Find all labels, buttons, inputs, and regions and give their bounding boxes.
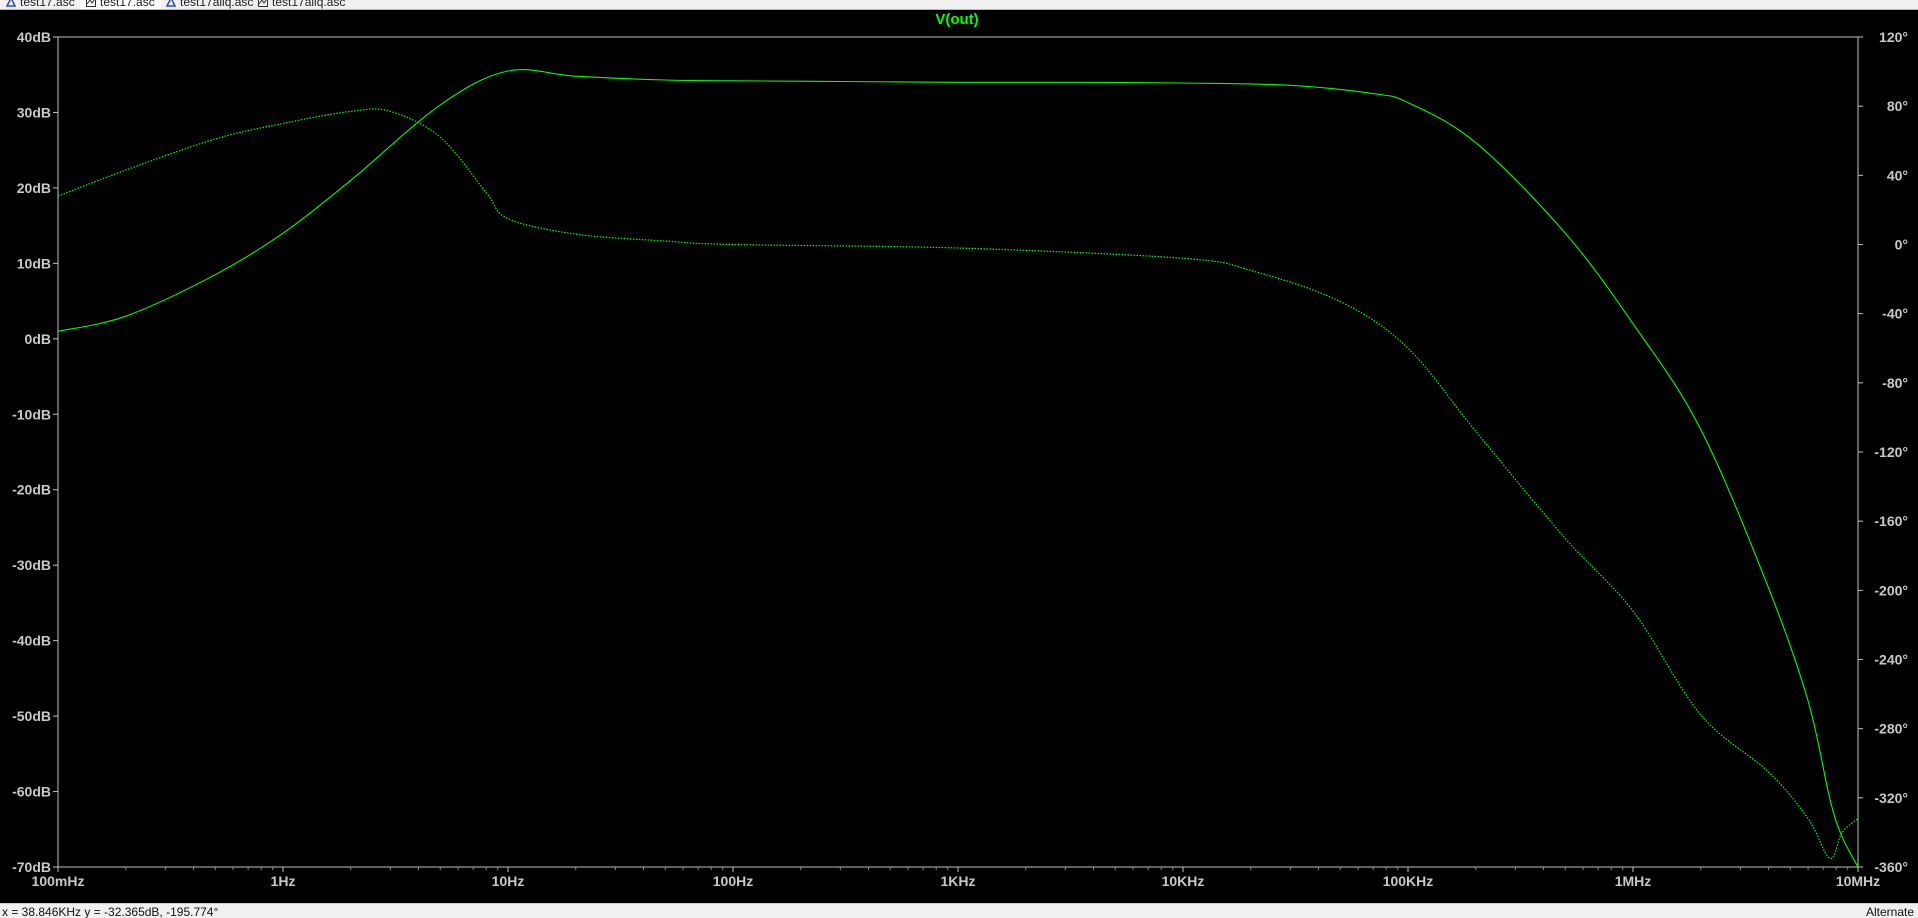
bode-plot[interactable]: 40dB 30dB 20dB 10dB 0dB -10dB -20dB -30dB -40dB -… — [0, 10, 1918, 902]
y-left-tick-label: 20dB — [17, 180, 51, 196]
x-tick-label: 100Hz — [713, 873, 753, 889]
y-right-tick-label: -200° — [1874, 582, 1908, 598]
tab-label: test17.asc — [100, 0, 155, 9]
tab-label: test17aiiq.asc — [180, 0, 254, 9]
y-left-tick-label: -10dB — [12, 406, 51, 422]
x-tick-label: 1MHz — [1615, 873, 1652, 889]
y-right-tick-label: 0° — [1895, 237, 1908, 253]
y-right-tick-label: -280° — [1874, 721, 1908, 737]
x-tick-label: 10KHz — [1162, 873, 1205, 889]
tab-test17aiiq-schematic[interactable]: test17aiiq.asc — [166, 0, 253, 9]
y-left-tick-label: 30dB — [17, 104, 51, 120]
y-left-tick-label: -50dB — [12, 708, 51, 724]
x-tick-label: 1KHz — [940, 873, 975, 889]
status-bar: x = 38.846KHz y = -32.365dB, -195.774° A… — [0, 903, 1918, 918]
y-left-tick-label: -20dB — [12, 482, 51, 498]
x-tick-label: 10MHz — [1836, 873, 1880, 889]
y-right-tick-label: -160° — [1874, 513, 1908, 529]
y-right-tick-label: -120° — [1874, 444, 1908, 460]
y-right-tick-label: 120° — [1879, 29, 1908, 45]
y-right-tick-label: -80° — [1882, 375, 1908, 391]
y-left-tick-label: -60dB — [12, 784, 51, 800]
tab-test17-schematic[interactable]: test17.asc — [6, 0, 75, 9]
schematic-icon — [166, 0, 176, 7]
document-tab-bar: test17.asc test17.asc test17aiiq.asc tes… — [0, 0, 1918, 10]
tab-label: test17aiiq.asc — [272, 0, 346, 9]
y-right-tick-label: 40° — [1887, 167, 1908, 183]
schematic-icon — [6, 0, 16, 7]
y-right-tick-label: -240° — [1874, 652, 1908, 668]
tab-label: test17.asc — [20, 0, 75, 9]
waveform-icon — [258, 0, 268, 7]
y-left-tick-label: 0dB — [25, 331, 51, 347]
x-tick-label: 100mHz — [32, 873, 85, 889]
x-tick-label: 100KHz — [1383, 873, 1434, 889]
y-left-tick-label: 40dB — [17, 29, 51, 45]
x-tick-label: 1Hz — [271, 873, 296, 889]
y-right-tick-label: -320° — [1874, 790, 1908, 806]
tab-test17-waveform[interactable]: test17.asc — [80, 0, 161, 9]
tab-test17aiiq-waveform[interactable]: test17aiiq.asc — [258, 0, 345, 9]
y-left-tick-label: -40dB — [12, 633, 51, 649]
y-right-tick-label: 80° — [1887, 98, 1908, 114]
y-right-tick-label: -40° — [1882, 306, 1908, 322]
status-mode: Alternate — [1865, 905, 1914, 918]
plot-title[interactable]: V(out) — [935, 11, 978, 28]
y-left-tick-label: -30dB — [12, 557, 51, 573]
cursor-readout: x = 38.846KHz y = -32.365dB, -195.774° — [2, 905, 219, 918]
y-left-tick-label: 10dB — [17, 255, 51, 271]
x-tick-label: 10Hz — [492, 873, 525, 889]
waveform-icon — [86, 0, 96, 7]
